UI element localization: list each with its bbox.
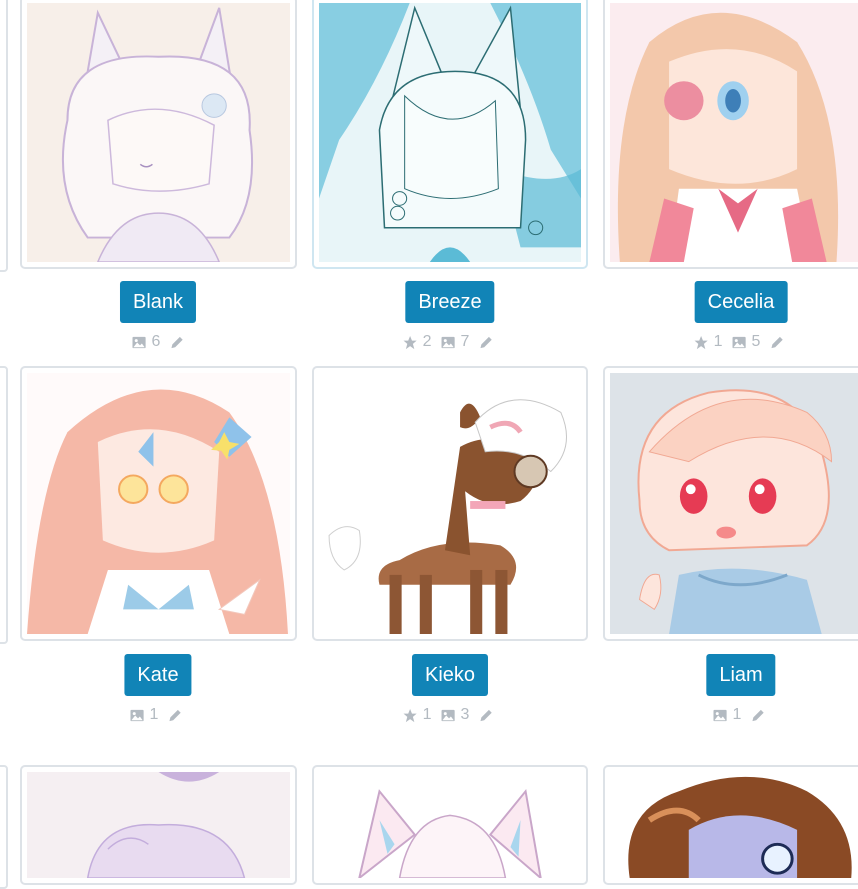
card-edge-left: [0, 765, 8, 889]
character-name-button[interactable]: Liam: [706, 654, 776, 696]
character-image: [319, 772, 581, 878]
image-count: 7: [460, 333, 470, 350]
image-icon: [441, 708, 456, 723]
character-card-thumbnail[interactable]: [20, 765, 297, 885]
image-count: 1: [732, 706, 742, 723]
character-name-button[interactable]: Breeze: [405, 281, 495, 323]
character-stats: 6: [132, 333, 185, 351]
character-image: [610, 3, 858, 262]
card-edge-left: [0, 366, 8, 644]
character-card-thumbnail[interactable]: [312, 765, 588, 885]
character-image: [610, 772, 858, 878]
image-icon: [132, 335, 147, 350]
character-card-thumbnail[interactable]: [603, 765, 858, 885]
character-card-thumbnail[interactable]: [603, 0, 858, 269]
character-card-thumbnail[interactable]: [312, 366, 588, 641]
character-stats: 1: [713, 706, 766, 724]
pencil-icon[interactable]: [769, 335, 784, 350]
image-icon: [441, 335, 456, 350]
character-card-thumbnail[interactable]: [603, 366, 858, 641]
star-count: 1: [422, 706, 432, 723]
character-card-thumbnail[interactable]: [20, 0, 297, 269]
character-name-button[interactable]: Cecelia: [694, 281, 788, 323]
character-image: [319, 373, 581, 634]
pencil-icon[interactable]: [478, 708, 493, 723]
character-card-thumbnail[interactable]: [312, 0, 588, 269]
card-edge-left: [0, 0, 8, 272]
image-count: 1: [149, 706, 159, 723]
character-image: [27, 772, 290, 878]
character-image: [27, 373, 290, 634]
character-name-button[interactable]: Blank: [119, 281, 197, 323]
star-icon: [403, 708, 418, 723]
star-count: 2: [422, 333, 432, 350]
character-image: [27, 3, 290, 262]
character-stats: 1: [130, 706, 183, 724]
character-stats: 2 7: [403, 333, 494, 351]
character-card-thumbnail[interactable]: [20, 366, 297, 641]
image-icon: [713, 708, 728, 723]
pencil-icon[interactable]: [750, 708, 765, 723]
pencil-icon[interactable]: [167, 708, 182, 723]
star-icon: [403, 335, 418, 350]
pencil-icon[interactable]: [478, 335, 493, 350]
image-count: 6: [151, 333, 161, 350]
character-name-button[interactable]: Kate: [124, 654, 192, 696]
image-count: 3: [460, 706, 470, 723]
character-image: [610, 373, 858, 634]
star-icon: [694, 335, 709, 350]
image-count: 5: [751, 333, 761, 350]
star-count: 1: [713, 333, 723, 350]
image-icon: [130, 708, 145, 723]
character-name-button[interactable]: Kieko: [411, 654, 489, 696]
character-stats: 1 3: [403, 706, 494, 724]
character-stats: 1 5: [694, 333, 785, 351]
image-icon: [732, 335, 747, 350]
pencil-icon[interactable]: [169, 335, 184, 350]
character-image: [319, 3, 581, 262]
